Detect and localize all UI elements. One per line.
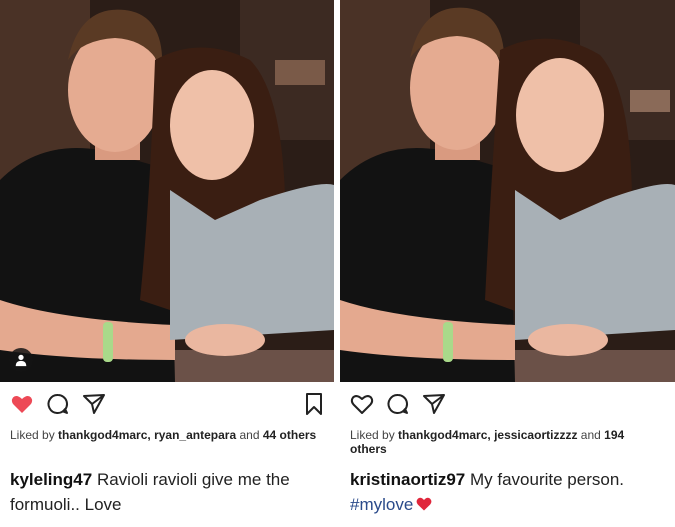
- action-bar: [10, 392, 324, 418]
- comment-icon[interactable]: [46, 392, 70, 416]
- caption-hashtag[interactable]: #mylove: [350, 495, 413, 514]
- post-caption: kyleling47 Ravioli ravioli give me the f…: [10, 467, 328, 517]
- likes-count[interactable]: 194: [604, 428, 624, 442]
- likes-prefix: Liked by: [350, 428, 395, 442]
- likes-names[interactable]: thankgod4marc, ryan_antepara: [58, 428, 236, 442]
- heart-icon[interactable]: [10, 392, 34, 416]
- user-tag-icon[interactable]: [9, 348, 33, 372]
- likes-others[interactable]: others: [350, 442, 387, 456]
- send-icon[interactable]: [422, 392, 446, 416]
- post-left: Liked by thankgod4marc, ryan_antepara an…: [0, 0, 334, 527]
- red-heart-emoji-icon: [416, 493, 432, 511]
- post-photo[interactable]: [0, 0, 334, 382]
- send-icon[interactable]: [82, 392, 106, 416]
- likes-count[interactable]: 44: [263, 428, 276, 442]
- post-caption: kristinaortiz97 My favourite person. #my…: [350, 467, 668, 517]
- likes-others[interactable]: others: [280, 428, 317, 442]
- heart-icon[interactable]: [350, 392, 374, 416]
- post-right: Liked by thankgod4marc, jessicaortizzzz …: [340, 0, 675, 527]
- couple-photo-image: [340, 0, 675, 382]
- bookmark-icon[interactable]: [302, 392, 326, 416]
- caption-username[interactable]: kristinaortiz97: [350, 470, 465, 489]
- caption-username[interactable]: kyleling47: [10, 470, 92, 489]
- likes-prefix: Liked by: [10, 428, 55, 442]
- likes-names[interactable]: thankgod4marc, jessicaortizzzz: [398, 428, 577, 442]
- couple-photo-image: [0, 0, 334, 382]
- post-photo[interactable]: [340, 0, 675, 382]
- likes-and: and: [239, 428, 260, 442]
- comment-icon[interactable]: [386, 392, 410, 416]
- action-bar: [350, 392, 665, 418]
- likes-and: and: [580, 428, 601, 442]
- likes-summary: Liked by thankgod4marc, ryan_antepara an…: [10, 428, 320, 442]
- caption-text: My favourite person.: [470, 470, 625, 489]
- likes-summary: Liked by thankgod4marc, jessicaortizzzz …: [350, 428, 660, 456]
